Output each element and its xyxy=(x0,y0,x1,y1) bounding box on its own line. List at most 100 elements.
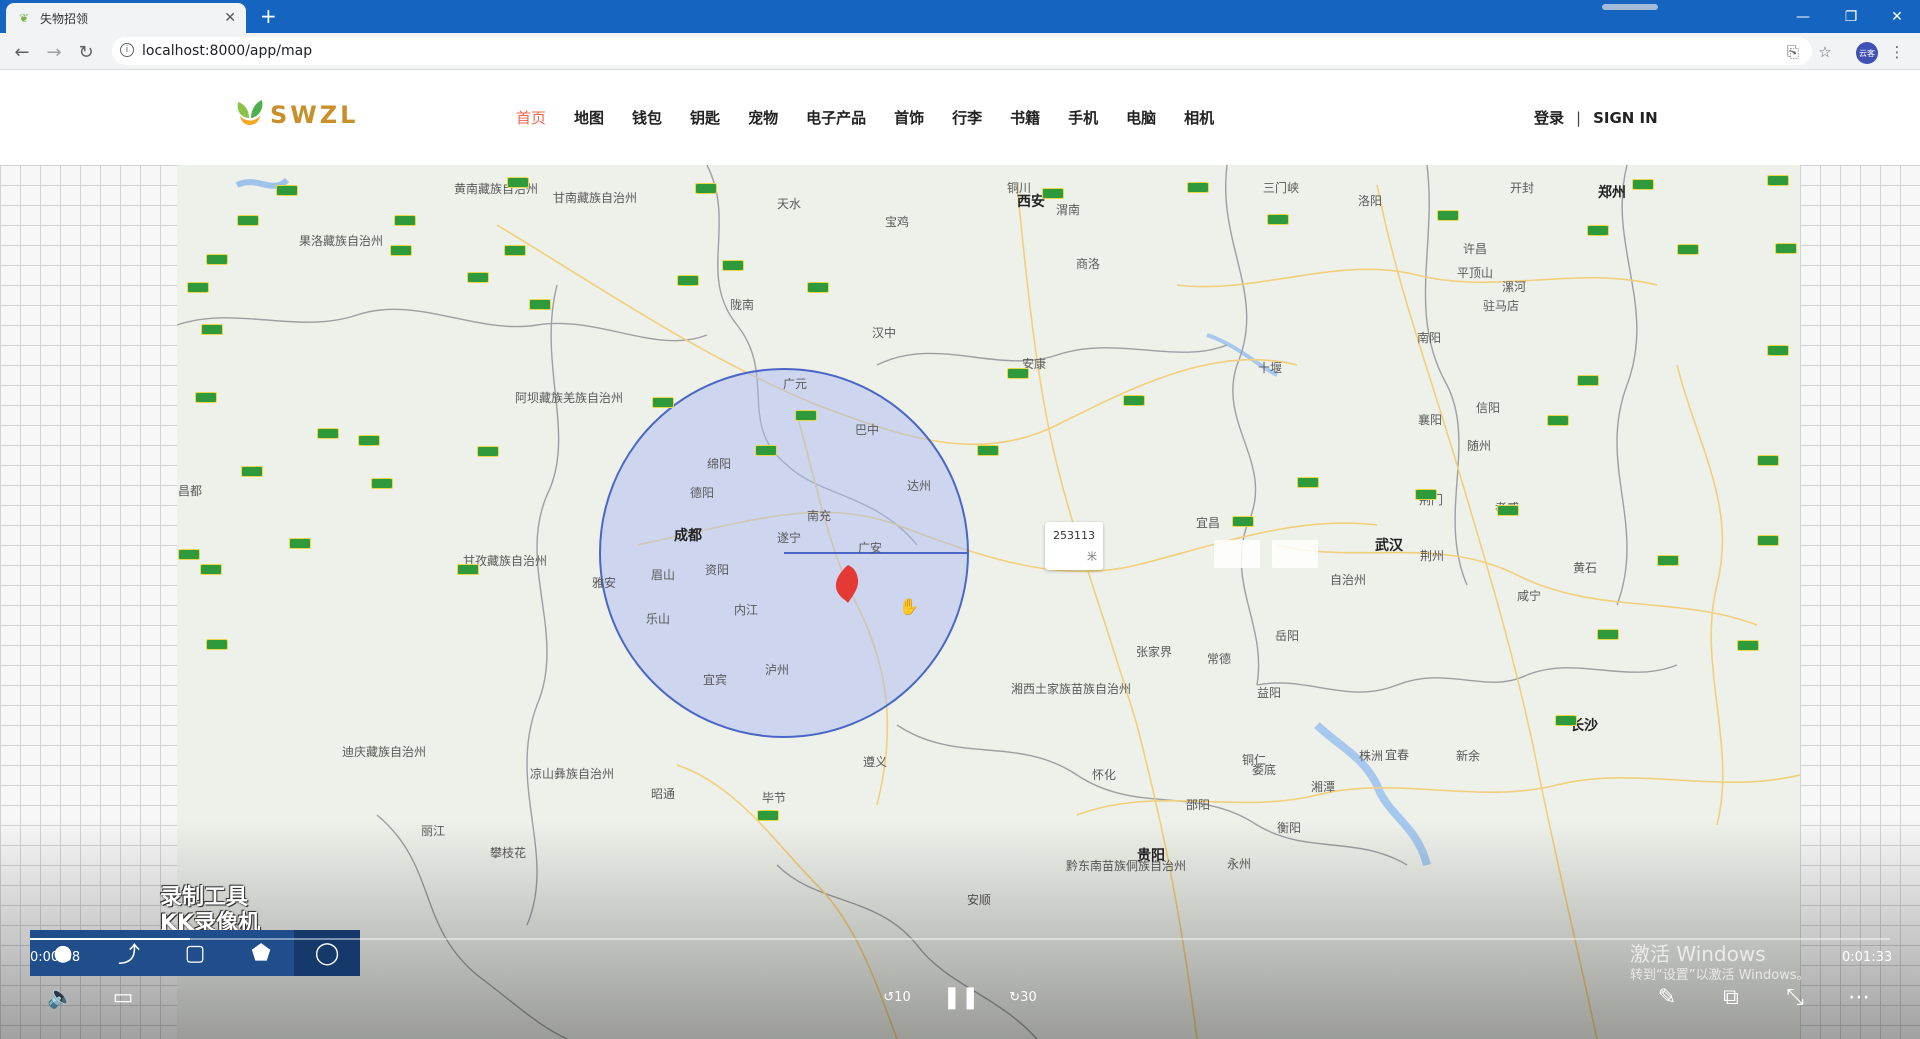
map-place-label: 宜宾 xyxy=(703,673,728,687)
nav-item[interactable]: 地图 xyxy=(574,107,604,128)
highway-shield xyxy=(477,446,499,457)
draw-circle-icon[interactable]: ◯ xyxy=(294,930,360,976)
map-place-label: 娄底 xyxy=(1252,763,1277,777)
logo-leaf-icon xyxy=(234,98,266,132)
map-place-label: 汉中 xyxy=(872,326,897,340)
nav-item[interactable]: 电脑 xyxy=(1126,107,1156,128)
highway-shield xyxy=(1757,535,1779,546)
login-link[interactable]: 登录 xyxy=(1534,107,1564,128)
map-place-label: 渭南 xyxy=(1056,203,1081,217)
map-place-label: 邵阳 xyxy=(1186,798,1211,812)
nav-item[interactable]: 行李 xyxy=(952,107,982,128)
mini-view-icon[interactable]: ⧉ xyxy=(1714,980,1748,1014)
nav-item[interactable]: 手机 xyxy=(1068,107,1098,128)
map-place-label: 张家界 xyxy=(1136,645,1173,659)
map-place-label: 信阳 xyxy=(1476,401,1501,415)
map-place-label: 昌都 xyxy=(178,484,203,498)
map-place-label: 新余 xyxy=(1456,749,1481,763)
captions-icon[interactable]: ▭ xyxy=(106,980,140,1014)
nav-item[interactable]: 钥匙 xyxy=(690,107,720,128)
highway-shield xyxy=(677,275,699,286)
highway-shield xyxy=(241,466,263,477)
windows-notice-title: 激活 Windows xyxy=(1630,942,1766,966)
site-info-icon[interactable]: i xyxy=(120,43,134,57)
back-icon[interactable]: ← xyxy=(10,41,34,63)
map-place-label: 雅安 xyxy=(592,576,617,590)
nav-item[interactable]: 首页 xyxy=(516,107,546,128)
address-bar: ← → ↻ i localhost:8000/app/map ⎘ ☆ 云客 ⋮ xyxy=(0,33,1920,70)
restore-icon[interactable]: ❐ xyxy=(1828,0,1874,33)
highway-shield xyxy=(1042,188,1064,199)
edit-pencil-icon[interactable]: ✎ xyxy=(1650,980,1684,1014)
map-place-label: 永州 xyxy=(1227,857,1252,871)
exit-fullscreen-icon[interactable]: ⤡ xyxy=(1778,980,1812,1014)
skip-forward-button[interactable]: ↻ 30 xyxy=(1006,980,1040,1014)
nav-item[interactable]: 宠物 xyxy=(748,107,778,128)
highway-shield xyxy=(1232,516,1254,527)
close-tab-icon[interactable]: ✕ xyxy=(224,10,236,26)
tab-title: 失物招领 xyxy=(40,11,89,26)
highway-shield xyxy=(722,260,744,271)
url-field[interactable]: i localhost:8000/app/map xyxy=(112,37,1812,65)
minimize-icon[interactable]: — xyxy=(1780,0,1826,33)
draw-line-icon[interactable]: ⤴ xyxy=(96,930,162,976)
nav-item[interactable]: 首饰 xyxy=(894,107,924,128)
skip-forward-seconds: 30 xyxy=(1020,989,1037,1005)
logo-text: SWZL xyxy=(270,101,359,129)
highway-shield xyxy=(200,564,222,575)
new-tab-icon[interactable]: + xyxy=(260,5,277,27)
signin-link[interactable]: SIGN IN xyxy=(1593,109,1658,127)
map-place-label: 安顺 xyxy=(967,893,992,907)
map-place-label: 果洛藏族自治州 xyxy=(299,234,384,248)
highway-shield xyxy=(1267,214,1289,225)
map-place-label: 泸州 xyxy=(765,663,790,677)
pause-icon[interactable]: ❚❚ xyxy=(943,980,980,1014)
map-place-label: 陇南 xyxy=(730,298,755,312)
draw-polygon-icon[interactable]: ⬟ xyxy=(228,930,294,976)
map-place-label: 宜昌 xyxy=(1196,516,1221,530)
highway-shield xyxy=(1737,640,1759,651)
url-text: localhost:8000/app/map xyxy=(142,43,313,59)
nav-item[interactable]: 钱包 xyxy=(632,107,662,128)
nav-item[interactable]: 相机 xyxy=(1184,107,1214,128)
site-logo[interactable]: SWZL xyxy=(234,98,358,132)
more-options-icon[interactable]: ⋯ xyxy=(1842,980,1876,1014)
skip-back-seconds: 10 xyxy=(894,989,911,1005)
total-duration: 0:01:33 xyxy=(1842,950,1893,965)
nav-item[interactable]: 书籍 xyxy=(1010,107,1040,128)
map-place-label: 德阳 xyxy=(690,486,715,500)
skip-back-button[interactable]: ↺ 10 xyxy=(880,980,914,1014)
nav-item[interactable]: 电子产品 xyxy=(806,107,866,128)
left-grid-backdrop xyxy=(0,165,177,1039)
map-canvas[interactable]: ✋ 西安 成都 武汉 郑州 长沙 贵阳 黄南藏族自治州 甘南藏族自治州 果洛藏族自治州 天水 宝鸡铜… xyxy=(177,165,1800,1039)
map-place-label: 南充 xyxy=(807,509,832,523)
map-place-label: 平顶山 xyxy=(1457,266,1494,280)
forward-icon[interactable]: → xyxy=(42,41,66,63)
translate-icon[interactable]: ⎘ xyxy=(1782,41,1804,63)
map-place-label: 咸宁 xyxy=(1517,589,1542,603)
map-place-label: 湘潭 xyxy=(1311,780,1336,794)
auth-links: 登录 | SIGN IN xyxy=(1534,107,1658,128)
profile-avatar[interactable]: 云客 xyxy=(1856,42,1878,64)
volume-icon[interactable]: 🔈 xyxy=(44,980,78,1014)
draw-rectangle-icon[interactable]: ▢ xyxy=(162,930,228,976)
map-place-label: 怀化 xyxy=(1092,768,1117,782)
highway-shield xyxy=(1677,244,1699,255)
highway-shield xyxy=(695,183,717,194)
highway-shield xyxy=(807,282,829,293)
profile-initials: 云客 xyxy=(1859,48,1875,58)
bookmark-star-icon[interactable]: ☆ xyxy=(1814,41,1836,63)
highway-shield xyxy=(1767,345,1789,356)
right-grid-backdrop xyxy=(1800,165,1920,1039)
map-place-label: 达州 xyxy=(907,479,932,493)
video-progress-bar[interactable] xyxy=(30,938,1890,940)
map-place-label: 广安 xyxy=(858,541,883,555)
highway-shield xyxy=(1577,375,1599,386)
browser-menu-icon[interactable]: ⋮ xyxy=(1886,41,1908,63)
map-place-label: 洛阳 xyxy=(1358,194,1383,208)
window-close-icon[interactable]: ✕ xyxy=(1874,0,1920,33)
reload-icon[interactable]: ↻ xyxy=(74,41,98,63)
map-place-label: 毕节 xyxy=(762,791,787,805)
highway-shield xyxy=(1587,225,1609,236)
browser-tab[interactable]: ❦ 失物招领 ✕ xyxy=(6,3,246,33)
